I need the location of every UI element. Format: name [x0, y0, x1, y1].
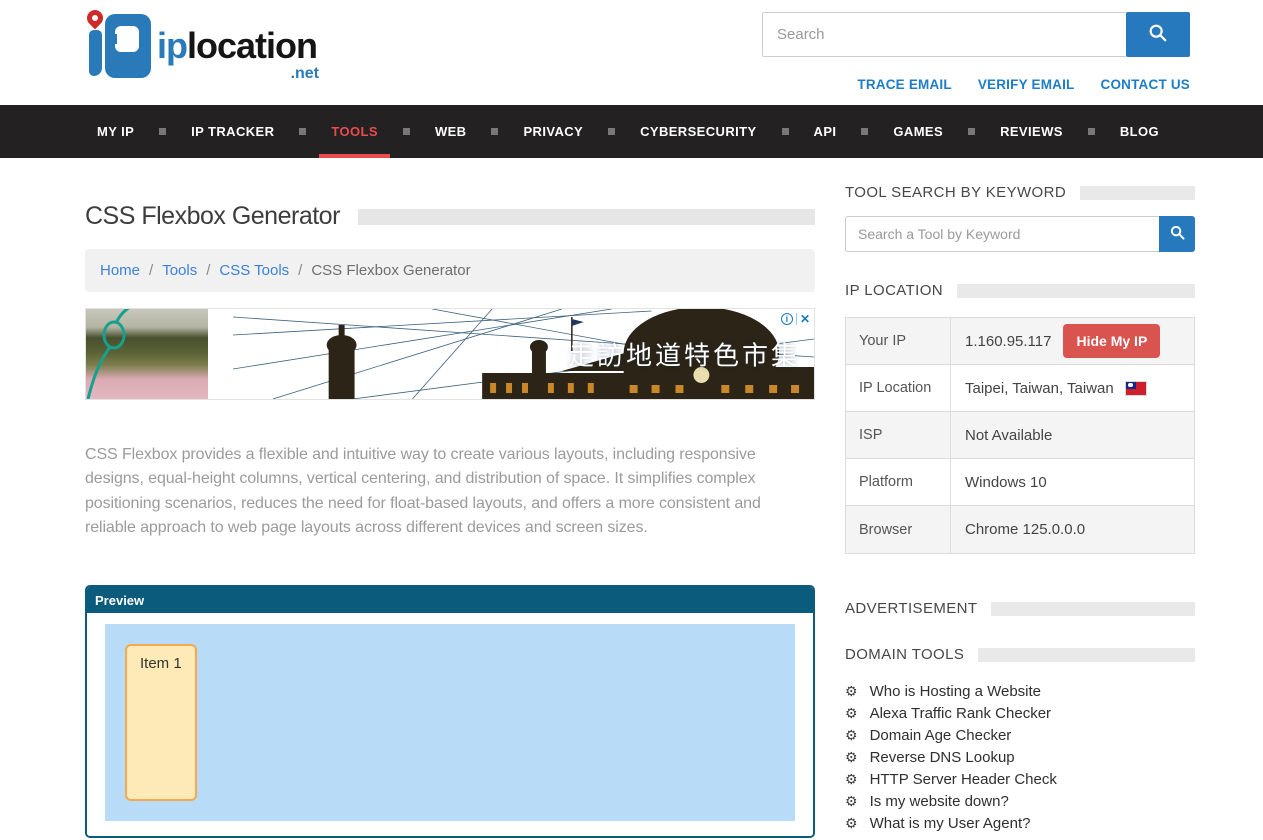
browser-value: Chrome 125.0.0.0: [965, 521, 1085, 538]
taiwan-flag-icon: [1126, 382, 1146, 395]
gear-icon: ⚙: [845, 772, 858, 786]
breadcrumb-css-tools[interactable]: CSS Tools: [219, 262, 289, 279]
title-decorative-bar: [358, 209, 815, 225]
heading-decorative-bar: [957, 284, 1195, 298]
nav-item-web[interactable]: WEB: [423, 105, 479, 158]
list-item: ⚙ HTTP Server Header Check: [845, 768, 1195, 790]
list-item: ⚙ Domain Age Checker: [845, 724, 1195, 746]
nav-separator: [159, 128, 166, 135]
nav-item-blog[interactable]: BLOG: [1108, 105, 1171, 158]
gear-icon: ⚙: [845, 728, 858, 742]
page-title: CSS Flexbox Generator: [85, 202, 340, 231]
nav-item-reviews[interactable]: REVIEWS: [988, 105, 1075, 158]
logo-wordmark: iplocation .net: [157, 28, 317, 64]
nav-separator: [608, 128, 615, 135]
ad-info-icon[interactable]: i: [781, 313, 793, 325]
nav-separator: [299, 128, 306, 135]
logo-tld: .net: [291, 66, 319, 82]
logo-ip-icon: [85, 10, 151, 82]
tool-search-button[interactable]: [1159, 216, 1195, 252]
sidebar: TOOL SEARCH BY KEYWORD IP LOCATION Your …: [845, 158, 1195, 840]
heading-decorative-bar: [991, 602, 1195, 616]
ad-left-image[interactable]: [86, 309, 208, 399]
ad-banner: 走訪地道特色市集 i ✕: [85, 308, 815, 400]
nav-separator: [403, 128, 410, 135]
list-item: ⚙ What is my User Agent?: [845, 812, 1195, 834]
nav-item-api[interactable]: API: [802, 105, 849, 158]
location-pin-icon: [84, 7, 107, 30]
domain-tool-link-alexa-rank[interactable]: Alexa Traffic Rank Checker: [870, 705, 1051, 722]
site-logo[interactable]: iplocation .net: [85, 10, 317, 82]
domain-tool-link-hosting[interactable]: Who is Hosting a Website: [870, 683, 1041, 700]
table-row: ISP Not Available: [846, 412, 1194, 459]
search-icon: [1147, 22, 1169, 47]
nav-item-games[interactable]: GAMES: [881, 105, 955, 158]
nav-item-cybersecurity[interactable]: CYBERSECURITY: [628, 105, 768, 158]
your-ip-value: 1.160.95.117: [965, 333, 1051, 350]
nav-separator: [491, 128, 498, 135]
heading-decorative-bar: [978, 648, 1195, 662]
ad-close-icon[interactable]: ✕: [796, 313, 810, 325]
header-quick-links: TRACE EMAIL VERIFY EMAIL CONTACT US: [762, 77, 1190, 92]
main-nav: MY IP IP TRACKER TOOLS WEB PRIVACY CYBER…: [0, 105, 1263, 158]
ip-location-table: Your IP 1.160.95.117 Hide My IP IP Locat…: [845, 317, 1195, 554]
contact-us-link[interactable]: CONTACT US: [1101, 77, 1191, 92]
table-row: Your IP 1.160.95.117 Hide My IP: [846, 318, 1194, 365]
trace-email-link[interactable]: TRACE EMAIL: [857, 77, 951, 92]
tool-description: CSS Flexbox provides a flexible and intu…: [85, 443, 815, 540]
gear-icon: ⚙: [845, 684, 858, 698]
gear-icon: ⚙: [845, 816, 858, 830]
ip-location-value: Taipei, Taiwan, Taiwan: [965, 380, 1114, 397]
nav-item-privacy[interactable]: PRIVACY: [511, 105, 595, 158]
tool-search-input[interactable]: [845, 216, 1159, 252]
hide-my-ip-button[interactable]: Hide My IP: [1063, 324, 1160, 358]
gear-icon: ⚙: [845, 706, 858, 720]
ad-headline: 走訪地道特色市集: [568, 336, 800, 373]
nav-separator: [782, 128, 789, 135]
ad-main-creative[interactable]: 走訪地道特色市集 i ✕: [233, 309, 814, 399]
breadcrumb-home[interactable]: Home: [100, 262, 140, 279]
breadcrumb: Home / Tools / CSS Tools / CSS Flexbox G…: [85, 249, 815, 292]
list-item: ⚙ Who is Hosting a Website: [845, 680, 1195, 702]
preview-panel: Preview Item 1: [85, 585, 815, 838]
list-item: ⚙ Is my website down?: [845, 790, 1195, 812]
list-item: ⚙ Alexa Traffic Rank Checker: [845, 702, 1195, 724]
nav-separator: [968, 128, 975, 135]
table-row: Browser Chrome 125.0.0.0: [846, 506, 1194, 553]
preview-flex-container: Item 1: [105, 624, 795, 821]
gear-icon: ⚙: [845, 794, 858, 808]
verify-email-link[interactable]: VERIFY EMAIL: [978, 77, 1075, 92]
gear-icon: ⚙: [845, 750, 858, 764]
table-row: Platform Windows 10: [846, 459, 1194, 506]
nav-item-my-ip[interactable]: MY IP: [85, 105, 146, 158]
nav-separator: [861, 128, 868, 135]
site-search-input[interactable]: [762, 12, 1126, 57]
site-search-button[interactable]: [1126, 12, 1190, 57]
domain-tool-link-http-header[interactable]: HTTP Server Header Check: [870, 771, 1057, 788]
ip-location-heading: IP LOCATION: [845, 282, 943, 299]
domain-tool-link-website-down[interactable]: Is my website down?: [870, 793, 1009, 810]
preview-flex-item-1: Item 1: [125, 644, 197, 801]
platform-value: Windows 10: [965, 474, 1047, 491]
domain-tool-link-domain-age[interactable]: Domain Age Checker: [870, 727, 1012, 744]
site-header: iplocation .net TRACE EMAIL VERIFY EMAIL…: [0, 0, 1263, 105]
list-item: ⚙ Reverse DNS Lookup: [845, 746, 1195, 768]
advertisement-heading: ADVERTISEMENT: [845, 600, 977, 617]
domain-tools-list: ⚙ Who is Hosting a Website ⚙ Alexa Traff…: [845, 680, 1195, 834]
heading-decorative-bar: [1080, 186, 1195, 200]
domain-tool-link-user-agent[interactable]: What is my User Agent?: [870, 815, 1031, 832]
nav-item-tools[interactable]: TOOLS: [319, 105, 390, 158]
breadcrumb-current: CSS Flexbox Generator: [311, 262, 470, 279]
search-icon: [1169, 224, 1186, 244]
table-row: IP Location Taipei, Taiwan, Taiwan: [846, 365, 1194, 412]
isp-value: Not Available: [965, 427, 1052, 444]
nav-separator: [1088, 128, 1095, 135]
nav-item-ip-tracker[interactable]: IP TRACKER: [179, 105, 286, 158]
tool-search-heading: TOOL SEARCH BY KEYWORD: [845, 184, 1066, 201]
domain-tools-heading: DOMAIN TOOLS: [845, 646, 964, 663]
breadcrumb-tools[interactable]: Tools: [162, 262, 197, 279]
domain-tool-link-reverse-dns[interactable]: Reverse DNS Lookup: [870, 749, 1015, 766]
preview-panel-header: Preview: [87, 587, 813, 613]
